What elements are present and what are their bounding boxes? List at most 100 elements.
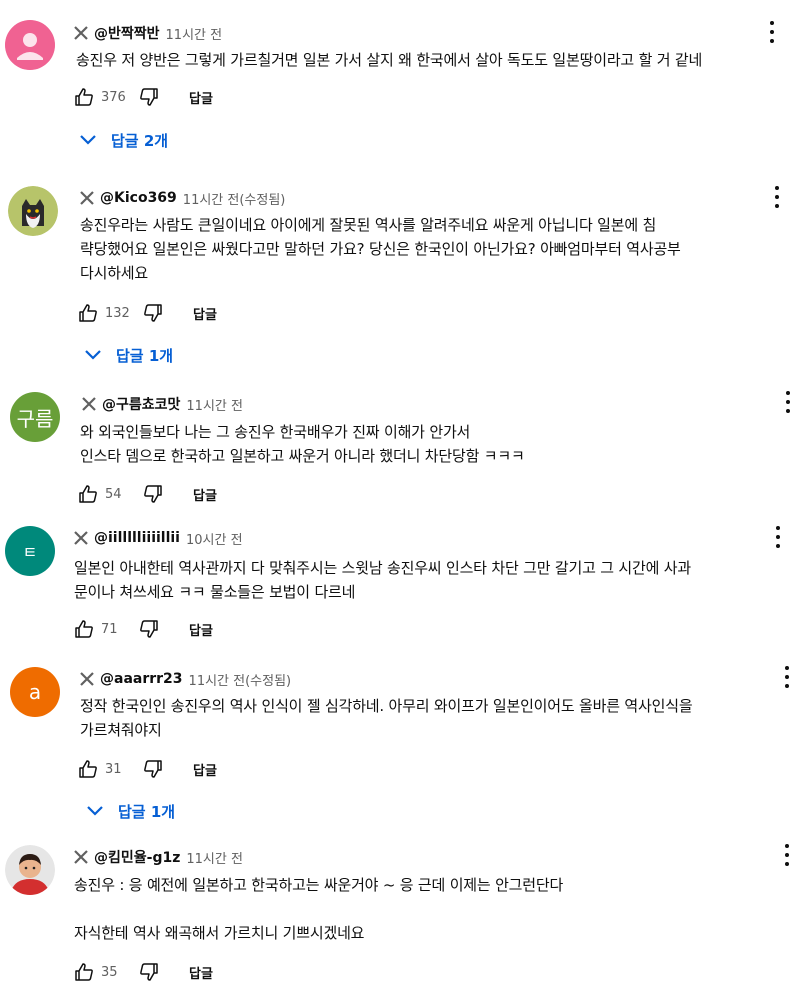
- like-icon[interactable]: [74, 619, 94, 639]
- comment-header: @iillllliiiillii 10시간 전: [72, 527, 243, 549]
- reply-button[interactable]: 답글: [193, 485, 217, 504]
- user-icon: [5, 20, 55, 70]
- like-icon[interactable]: [78, 484, 98, 504]
- replies-count: 답글 1개: [116, 346, 174, 365]
- comment-header: @킴민율-g1z 11시간 전: [72, 846, 243, 868]
- comment-author[interactable]: @킴민율-g1z: [94, 847, 180, 867]
- like-icon[interactable]: [78, 303, 98, 323]
- avatar-letter: ㅌ: [22, 543, 38, 562]
- x-icon: [74, 850, 88, 864]
- comment-header: @Kico369 11시간 전(수정됨): [78, 187, 285, 209]
- dislike-icon[interactable]: [139, 619, 159, 639]
- cat-photo-icon: [8, 186, 58, 236]
- comment-time[interactable]: 10시간 전: [186, 529, 243, 548]
- more-actions-icon[interactable]: [774, 186, 780, 208]
- dislike-icon[interactable]: [143, 484, 163, 504]
- x-icon: [80, 672, 94, 686]
- like-count: 31: [105, 761, 122, 777]
- like-count: 71: [101, 621, 118, 637]
- more-actions-icon[interactable]: [785, 391, 791, 413]
- comment-author[interactable]: @구름쵸코맛: [102, 394, 180, 414]
- comment-actions: 132 답글: [78, 301, 217, 325]
- reply-button[interactable]: 답글: [193, 304, 217, 323]
- comment-time[interactable]: 11시간 전: [166, 24, 223, 43]
- comment-time[interactable]: 11시간 전: [186, 395, 243, 414]
- like-count: 376: [101, 89, 126, 105]
- x-icon: [74, 26, 88, 40]
- comment-author[interactable]: @반짝짝반: [94, 23, 160, 43]
- comment-line: 가르쳐줘야지: [80, 721, 162, 739]
- comment-line: 자식한테 역사 왜곡해서 가르치니 기쁘시겠네요: [74, 924, 365, 942]
- view-replies-button[interactable]: 답글 2개: [79, 126, 168, 154]
- like-icon[interactable]: [78, 759, 98, 779]
- more-actions-icon[interactable]: [769, 21, 775, 43]
- comment-actions: 54 답글: [78, 482, 217, 506]
- x-icon: [80, 191, 94, 205]
- dislike-icon[interactable]: [143, 303, 163, 323]
- comment-line: 송진우라는 사람도 큰일이네요 아이에게 잘못된 역사를 알려주네요 싸운게 아…: [80, 216, 657, 234]
- comment-line: 략당했어요 일본인은 싸웠다고만 말하던 가요? 당신은 한국인이 아닌가요? …: [80, 240, 681, 258]
- comment-author[interactable]: @aaarrr23: [100, 671, 183, 687]
- replies-count: 답글 2개: [111, 131, 169, 150]
- like-count: 35: [101, 964, 118, 980]
- avatar[interactable]: [8, 186, 58, 236]
- view-replies-button[interactable]: 답글 1개: [86, 797, 175, 825]
- comment-time[interactable]: 11시간 전(수정됨): [183, 189, 286, 208]
- comment-header: @aaarrr23 11시간 전(수정됨): [78, 668, 291, 690]
- comment-text: 송진우 : 응 예전에 일본하고 한국하고는 싸운거야 ~ 응 근데 이제는 안…: [74, 873, 563, 945]
- reply-button[interactable]: 답글: [189, 88, 213, 107]
- more-actions-icon[interactable]: [784, 844, 790, 866]
- comment-header: @반짝짝반 11시간 전: [72, 22, 222, 44]
- x-icon: [82, 397, 96, 411]
- comment-line: 다시하세요: [80, 264, 149, 282]
- more-actions-icon[interactable]: [775, 526, 781, 548]
- comment-line: 송진우 : 응 예전에 일본하고 한국하고는 싸운거야 ~ 응 근데 이제는 안…: [74, 876, 564, 894]
- comment-line: 일본인 아내한테 역사관까지 다 맞춰주시는 스윗남 송진우씨 인스타 차단 그…: [74, 559, 691, 577]
- comment-line: [74, 897, 563, 921]
- comment-time[interactable]: 11시간 전(수정됨): [189, 670, 292, 689]
- view-replies-button[interactable]: 답글 1개: [84, 341, 173, 369]
- reply-button[interactable]: 답글: [189, 963, 213, 982]
- comment-actions: 31 답글: [78, 757, 217, 781]
- comment-text: 일본인 아내한테 역사관까지 다 맞춰주시는 스윗남 송진우씨 인스타 차단 그…: [74, 556, 691, 604]
- comment-text: 와 외국인들보다 나는 그 송진우 한국배우가 진짜 이해가 안가서 인스타 뎀…: [80, 420, 525, 468]
- chevron-down-icon: [85, 350, 101, 360]
- dislike-icon[interactable]: [139, 87, 159, 107]
- comment-line: 정작 한국인인 송진우의 역사 인식이 젤 심각하네. 아무리 와이프가 일본인…: [80, 697, 693, 715]
- avatar-letter: a: [28, 680, 42, 704]
- comment-header: @구름쵸코맛 11시간 전: [80, 393, 243, 415]
- comment-actions: 71 답글: [74, 617, 213, 641]
- avatar[interactable]: a: [10, 667, 60, 717]
- chevron-down-icon: [80, 135, 96, 145]
- comment-line: 인스타 뎀으로 한국하고 일본하고 싸운거 아니라 했더니 차단당함 ㅋㅋㅋ: [80, 447, 525, 465]
- reply-button[interactable]: 답글: [189, 620, 213, 639]
- replies-count: 답글 1개: [118, 802, 176, 821]
- avatar[interactable]: ㅌ: [5, 526, 55, 576]
- comment-author[interactable]: @iillllliiiillii: [94, 530, 180, 546]
- avatar[interactable]: [5, 845, 55, 895]
- avatar[interactable]: 구름: [10, 392, 60, 442]
- reply-button[interactable]: 답글: [193, 760, 217, 779]
- comment-text: 송진우 저 양반은 그렇게 가르칠거면 일본 가서 살지 왜 한국에서 살아 독…: [76, 48, 702, 72]
- comment-line: 문이나 쳐쓰세요 ㅋㅋ 물소들은 보법이 다르네: [74, 583, 356, 601]
- comment-time[interactable]: 11시간 전: [186, 848, 243, 867]
- comment-actions: 35 답글: [74, 960, 213, 984]
- like-count: 54: [105, 486, 122, 502]
- comment-text: 송진우라는 사람도 큰일이네요 아이에게 잘못된 역사를 알려주네요 싸운게 아…: [80, 213, 681, 285]
- chevron-down-icon: [87, 806, 103, 816]
- comment-text: 정작 한국인인 송진우의 역사 인식이 젤 심각하네. 아무리 와이프가 일본인…: [80, 694, 693, 742]
- avatar[interactable]: [5, 20, 55, 70]
- comment-line: 송진우 저 양반은 그렇게 가르칠거면 일본 가서 살지 왜 한국에서 살아 독…: [76, 51, 703, 69]
- like-count: 132: [105, 305, 130, 321]
- comment-actions: 376 답글: [74, 85, 213, 109]
- more-actions-icon[interactable]: [784, 666, 790, 688]
- like-icon[interactable]: [74, 962, 94, 982]
- comment-author[interactable]: @Kico369: [100, 190, 177, 206]
- dislike-icon[interactable]: [143, 759, 163, 779]
- like-icon[interactable]: [74, 87, 94, 107]
- comment-line: 와 외국인들보다 나는 그 송진우 한국배우가 진짜 이해가 안가서: [80, 423, 471, 441]
- avatar-letter: 구름: [16, 406, 54, 431]
- dislike-icon[interactable]: [139, 962, 159, 982]
- x-icon: [74, 531, 88, 545]
- person-photo-icon: [5, 845, 55, 895]
